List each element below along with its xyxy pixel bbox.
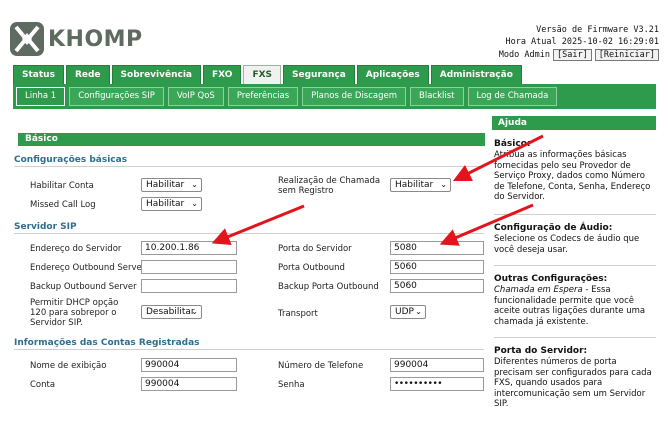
status-info: Versão de Firmware V3.21 Hora Atual 2025…: [499, 24, 659, 61]
panel-title: Básico: [18, 133, 485, 146]
subtab-preferencias[interactable]: Preferências: [227, 87, 299, 106]
help-divider: [494, 337, 656, 338]
tab-rede[interactable]: Rede: [65, 65, 110, 84]
help-panel: Ajuda: [492, 116, 656, 130]
server-port-label: Porta do Servidor: [278, 244, 352, 254]
subtab-blacklist[interactable]: Blacklist: [410, 87, 464, 106]
server-address-input[interactable]: 10.200.1.86: [141, 241, 237, 255]
enable-account-label: Habilitar Conta: [30, 181, 94, 191]
missed-call-select[interactable]: Habilitar ⌄: [141, 197, 202, 211]
unregistered-call-value: Habilitar: [395, 180, 434, 190]
dhcp-option-label: Permitir DHCP opção 120 para sobrepor o …: [30, 298, 119, 328]
enable-account-select[interactable]: Habilitar ⌄: [141, 178, 202, 192]
dhcp-option-select[interactable]: Desabilitar ⌄: [141, 305, 202, 319]
password-input[interactable]: ••••••••••: [390, 377, 484, 391]
unregistered-call-label: Realização de Chamada sem Registro: [278, 176, 381, 196]
subtab-log-de-chamada[interactable]: Log de Chamada: [467, 87, 558, 106]
display-name-label: Nome de exibição: [30, 361, 107, 371]
help-port-title: Porta do Servidor:: [494, 346, 588, 356]
unregistered-call-select[interactable]: Habilitar ⌄: [390, 178, 451, 192]
admin-mode-label: Modo Admin: [498, 50, 550, 60]
help-other-title: Outras Configurações:: [494, 274, 608, 284]
firmware-version: Versão de Firmware V3.21: [536, 25, 659, 35]
chevron-down-icon: ⌄: [191, 199, 198, 208]
tab-fxs[interactable]: FXS: [243, 65, 282, 84]
help-basic-text: Atribua as informações básicas fornecida…: [494, 150, 651, 203]
phone-number-label: Número de Telefone: [278, 361, 364, 371]
sub-nav: Linha 1 Configurações SIP VoIP QoS Prefe…: [13, 84, 656, 109]
section-registered-accounts: Informações das Contas Registradas: [14, 338, 484, 350]
khomp-logo: KHOMP: [10, 22, 143, 56]
tab-fxo[interactable]: FXO: [203, 65, 242, 84]
main-nav: Status Rede Sobrevivência FXO FXS Segura…: [13, 65, 524, 84]
dhcp-option-value: Desabilitar: [146, 307, 195, 317]
help-basic-title: Básico:: [494, 139, 531, 149]
backup-outbound-server-input[interactable]: [141, 279, 237, 293]
logo-text: KHOMP: [48, 26, 143, 52]
transport-label: Transport: [278, 309, 318, 319]
tab-seguranca[interactable]: Segurança: [283, 65, 355, 84]
help-audio: Configuração de Áudio: Selecione os Code…: [494, 223, 656, 255]
backup-outbound-port-label: Backup Porta Outbound: [278, 282, 379, 292]
server-port-input[interactable]: 5080: [390, 241, 484, 255]
logo-icon: [10, 22, 44, 56]
phone-number-input[interactable]: 990004: [390, 358, 484, 372]
transport-select[interactable]: UDP ⌄: [390, 305, 426, 319]
help-divider: [494, 214, 656, 215]
tab-aplicacoes[interactable]: Aplicações: [356, 65, 429, 84]
subtab-linha-1[interactable]: Linha 1: [16, 87, 66, 106]
tab-sobrevivencia[interactable]: Sobrevivência: [111, 65, 202, 84]
help-port: Porta do Servidor: Diferentes números de…: [494, 346, 656, 409]
outbound-server-input[interactable]: [141, 260, 237, 274]
server-address-label: Endereço do Servidor: [30, 244, 122, 254]
section-basic-settings: Configurações básicas: [14, 155, 484, 167]
tab-status[interactable]: Status: [13, 65, 64, 84]
section-sip-server: Servidor SIP: [14, 222, 484, 234]
help-other: Outras Configurações: Chamada em Espera …: [494, 274, 656, 327]
help-port-text: Diferentes números de porta precisam ser…: [494, 357, 652, 410]
restart-button[interactable]: [Reiniciar]: [594, 49, 659, 61]
enable-account-value: Habilitar: [146, 180, 185, 190]
password-label: Senha: [278, 380, 305, 390]
chevron-down-icon: ⌄: [191, 307, 198, 316]
backup-outbound-port-input[interactable]: 5060: [390, 279, 484, 293]
current-time: Hora Atual 2025-10-02 16:29:01: [505, 37, 659, 47]
outbound-port-label: Porta Outbound: [278, 263, 345, 273]
subtab-configuracoes-sip[interactable]: Configurações SIP: [69, 87, 164, 106]
help-basic: Básico: Atribua as informações básicas f…: [494, 139, 656, 202]
help-audio-title: Configuração de Áudio:: [494, 223, 613, 233]
logout-button[interactable]: [Sair]: [552, 49, 592, 61]
display-name-input[interactable]: 990004: [141, 358, 237, 372]
transport-value: UDP: [395, 307, 414, 317]
account-label: Conta: [30, 380, 56, 390]
subtab-planos-de-discagem[interactable]: Planos de Discagem: [302, 87, 407, 106]
account-input[interactable]: 990004: [141, 377, 237, 391]
help-divider: [494, 265, 656, 266]
chevron-down-icon: ⌄: [415, 307, 422, 316]
subtab-voip-qos[interactable]: VoIP QoS: [167, 87, 224, 106]
help-title: Ajuda: [492, 116, 656, 130]
tab-administracao[interactable]: Administração: [430, 65, 522, 84]
outbound-server-label: Endereço Outbound Server: [30, 263, 146, 273]
help-audio-text: Selecione os Codecs de áudio que você de…: [494, 234, 640, 255]
backup-outbound-server-label: Backup Outbound Server: [30, 282, 137, 292]
outbound-port-input[interactable]: 5060: [390, 260, 484, 274]
missed-call-label: Missed Call Log: [30, 200, 96, 210]
chevron-down-icon: ⌄: [440, 180, 447, 189]
missed-call-value: Habilitar: [146, 199, 185, 209]
help-other-em: Chamada em Espera: [494, 285, 583, 296]
chevron-down-icon: ⌄: [191, 180, 198, 189]
